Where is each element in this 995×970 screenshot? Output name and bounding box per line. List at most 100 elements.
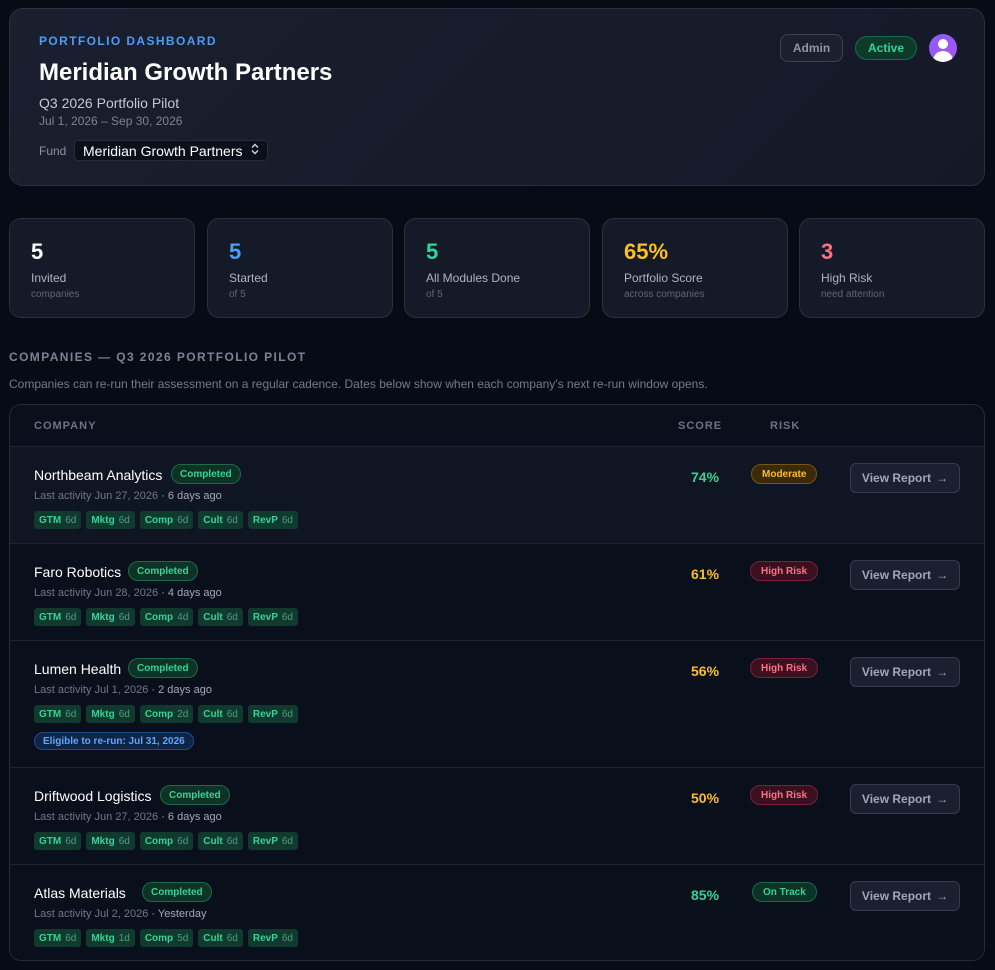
module-key: GTM	[39, 932, 62, 944]
stat-card: 5 All Modules Done of 5	[404, 218, 590, 318]
risk-badge: On Track	[752, 882, 817, 902]
module-tag: Mktg 6d	[86, 511, 135, 529]
last-activity: Last activity Jun 27, 2026 · 6 days ago	[34, 490, 222, 502]
view-report-button[interactable]: View Report →	[850, 881, 960, 911]
module-tag: Comp 5d	[139, 929, 194, 947]
table-row: Driftwood Logistics Completed Last activit…	[10, 767, 984, 864]
module-age: 6d	[118, 611, 130, 623]
module-tag: Cult 6d	[198, 929, 243, 947]
risk-badge: High Risk	[750, 658, 819, 678]
module-key: Comp	[144, 514, 174, 526]
arrow-right-icon: →	[936, 889, 949, 903]
completed-badge: Completed	[128, 658, 198, 678]
module-tag: GTM 6d	[34, 608, 82, 626]
stat-label: All Modules Done	[426, 271, 521, 285]
module-key: RevP	[252, 514, 278, 526]
view-report-button[interactable]: View Report →	[850, 784, 960, 814]
module-tag: Cult 6d	[198, 705, 243, 723]
pilot-subtitle: Q3 2026 Portfolio Pilot	[39, 95, 180, 111]
view-report-button[interactable]: View Report →	[850, 657, 960, 687]
module-tag: RevP 6d	[247, 705, 298, 723]
module-tag: RevP 6d	[247, 929, 298, 947]
table-row: Faro Robotics Completed Last activity Jun …	[10, 543, 984, 640]
stat-sublabel: companies	[31, 289, 80, 300]
activity-ago: · 2 days ago	[151, 684, 212, 696]
chevron-updown-icon	[251, 143, 259, 158]
activity-ago: · Yesterday	[151, 908, 207, 920]
arrow-right-icon: →	[936, 471, 949, 485]
page-title: Meridian Growth Partners	[39, 59, 333, 86]
module-tag: Comp 6d	[139, 832, 194, 850]
risk-badge: High Risk	[750, 561, 819, 581]
module-age: 6d	[226, 932, 238, 944]
module-key: GTM	[39, 708, 62, 720]
view-report-label: View Report	[861, 792, 932, 806]
activity-ago: · 6 days ago	[161, 811, 222, 823]
activity-ago: · 4 days ago	[161, 587, 222, 599]
table-row: Atlas Materials Completed Last activity Ju…	[10, 864, 984, 960]
fund-select[interactable]: Meridian Growth Partners	[74, 140, 268, 161]
company-name[interactable]: Driftwood Logistics	[34, 788, 152, 804]
module-key: Mktg	[91, 514, 115, 526]
module-tag: RevP 6d	[247, 608, 298, 626]
module-tag: GTM 6d	[34, 929, 82, 947]
dashboard-eyebrow: PORTFOLIO DASHBOARD	[39, 34, 217, 48]
module-tag: GTM 6d	[34, 832, 82, 850]
fund-select-value: Meridian Growth Partners	[83, 142, 243, 159]
module-tags: GTM 6d Mktg 6d Comp 6d Cult 6d RevP 6d	[34, 832, 298, 850]
company-score: 74%	[691, 469, 720, 485]
last-activity: Last activity Jul 2, 2026 · Yesterday	[34, 908, 207, 920]
table-header: COMPANY SCORE RISK	[10, 405, 984, 446]
module-tag: Cult 6d	[198, 511, 243, 529]
date-range: Jul 1, 2026 – Sep 30, 2026	[39, 114, 183, 128]
module-age: 6d	[177, 514, 189, 526]
user-avatar-icon[interactable]	[929, 34, 957, 62]
module-key: Mktg	[91, 708, 115, 720]
company-name[interactable]: Faro Robotics	[34, 564, 121, 580]
risk-badge: Moderate	[751, 464, 818, 484]
module-key: Cult	[203, 835, 223, 847]
stat-value: 5	[31, 239, 44, 264]
module-age: 6d	[65, 708, 77, 720]
arrow-right-icon: →	[936, 665, 949, 679]
module-age: 6d	[226, 708, 238, 720]
module-tag: Mktg 1d	[86, 929, 135, 947]
module-tag: Mktg 6d	[86, 608, 135, 626]
module-key: GTM	[39, 835, 62, 847]
module-age: 6d	[281, 932, 293, 944]
table-row: Northbeam Analytics Completed Last activit…	[10, 446, 984, 543]
company-name[interactable]: Lumen Health	[34, 661, 121, 677]
stat-value: 5	[426, 239, 439, 264]
module-age: 6d	[118, 708, 130, 720]
column-header-score: SCORE	[678, 420, 723, 432]
stat-card: 65% Portfolio Score across companies	[602, 218, 788, 318]
company-name[interactable]: Northbeam Analytics	[34, 467, 162, 483]
arrow-right-icon: →	[936, 792, 949, 806]
module-key: Comp	[144, 835, 174, 847]
company-score: 50%	[691, 790, 720, 806]
module-age: 6d	[281, 514, 293, 526]
module-tag: GTM 6d	[34, 705, 82, 723]
company-score: 56%	[691, 663, 720, 679]
view-report-button[interactable]: View Report →	[850, 463, 960, 493]
last-activity: Last activity Jun 27, 2026 · 6 days ago	[34, 811, 222, 823]
active-status-badge: Active	[855, 36, 917, 60]
module-tag: RevP 6d	[247, 832, 298, 850]
view-report-label: View Report	[861, 889, 932, 903]
admin-role-badge[interactable]: Admin	[780, 34, 843, 62]
module-age: 6d	[226, 835, 238, 847]
module-key: Cult	[203, 932, 223, 944]
module-age: 6d	[177, 835, 189, 847]
stat-label: Started	[229, 271, 268, 285]
section-title: COMPANIES — Q3 2026 PORTFOLIO PILOT	[9, 350, 307, 364]
module-age: 6d	[281, 611, 293, 623]
module-tags: GTM 6d Mktg 6d Comp 2d Cult 6d RevP 6d	[34, 705, 298, 723]
module-age: 6d	[65, 932, 77, 944]
module-key: Mktg	[91, 932, 115, 944]
company-name[interactable]: Atlas Materials	[34, 885, 126, 901]
module-key: Comp	[144, 932, 174, 944]
last-activity: Last activity Jul 1, 2026 · 2 days ago	[34, 684, 212, 696]
completed-badge: Completed	[128, 561, 198, 581]
view-report-button[interactable]: View Report →	[850, 560, 960, 590]
arrow-right-icon: →	[936, 568, 949, 582]
